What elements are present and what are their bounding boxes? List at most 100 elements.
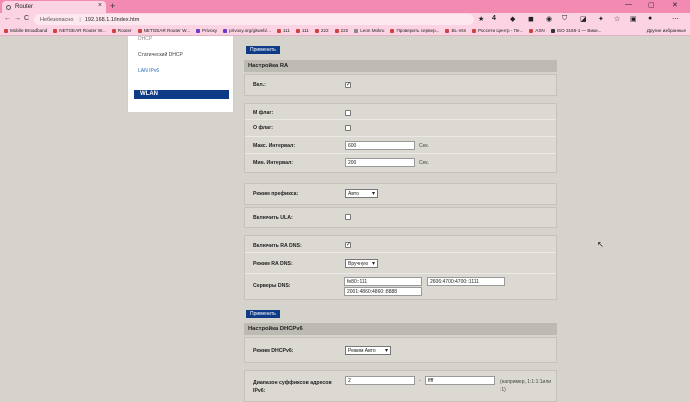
bookmark-icon xyxy=(276,28,281,33)
bookmark-icon xyxy=(529,28,534,33)
form-row: Макс. Интервал: 600 Сек. xyxy=(245,137,556,154)
suffix-hint: (например, 1:1:1:1или :1) xyxy=(500,379,552,393)
min-interval-input[interactable]: 200 xyxy=(345,158,415,167)
bookmark[interactable]: 111 xyxy=(295,28,309,33)
bookmark[interactable]: Router xyxy=(111,28,132,33)
bookmark-icon xyxy=(472,28,477,33)
bookmark[interactable]: BL-mts xyxy=(445,28,466,33)
profile-icon[interactable]: ● xyxy=(648,15,652,22)
form-row: Включить RA DNS: xyxy=(245,236,556,253)
o-flag-checkbox[interactable] xyxy=(345,125,351,131)
url-text[interactable]: 192.168.1.1/index.htm xyxy=(85,17,139,23)
bookmark-icon xyxy=(445,28,450,33)
form-row: Вкл.: xyxy=(245,75,556,95)
back-button[interactable]: ← xyxy=(4,15,11,22)
o-flag-label: O флаг: xyxy=(253,125,273,131)
sidebar-item-lan-ipv6[interactable]: LAN IPv6 xyxy=(138,68,159,74)
apply-button-2[interactable]: Применить xyxy=(246,310,280,318)
puzzle-icon[interactable]: ✦ xyxy=(598,15,604,23)
dns-server-1-input[interactable]: fe80::111 xyxy=(344,277,422,286)
bookmark[interactable]: privoxy.org/gitweb/... xyxy=(223,28,271,33)
form-row: Серверы DNS: fe80::111 2606:4700:4700::1… xyxy=(245,274,556,299)
bookmark-icon xyxy=(314,28,319,33)
bookmark-icon xyxy=(111,28,116,33)
bookmark[interactable]: Privoxy xyxy=(196,28,217,33)
bookmark-icon xyxy=(334,28,339,33)
maximize-button[interactable]: ▢ xyxy=(648,1,655,9)
apply-button[interactable]: Применить xyxy=(246,46,280,54)
extension-icon[interactable]: ◆ xyxy=(510,15,515,23)
forward-button[interactable]: → xyxy=(14,15,21,22)
prefix-mode-label: Режим префикса: xyxy=(253,191,299,197)
shield-icon[interactable]: ⛉ xyxy=(562,15,567,23)
form-row: Диапазон суффиксов адресов IPv6: 2 - fff… xyxy=(245,371,556,401)
favorites-icon[interactable]: ☆ xyxy=(614,15,620,23)
dns-server-2-input[interactable]: 2606:4700:4700::1111 xyxy=(427,277,505,286)
prefix-mode-select[interactable]: Авто xyxy=(345,189,378,198)
browser-tab[interactable]: Router × xyxy=(2,1,106,13)
bookmark[interactable]: NETGEAR Router W... xyxy=(137,28,190,33)
bookmark-icon xyxy=(390,28,395,33)
enabled-checkbox[interactable] xyxy=(345,81,351,88)
bookmark[interactable]: NETGEAR Router W... xyxy=(53,28,106,33)
bookmark[interactable]: Проверить сервер... xyxy=(390,28,439,33)
address-bar[interactable]: Небезопасно | 192.168.1.1/index.htm xyxy=(34,14,474,25)
suffix-end-input[interactable]: ffff xyxy=(425,376,495,385)
extension-icon[interactable]: ◪ xyxy=(580,15,587,23)
tab-bar: Router × + — ▢ ✕ xyxy=(0,0,690,13)
dhcpv6-section-header: Настройка DHCPv6 xyxy=(244,323,557,335)
ra-dns-checkbox[interactable] xyxy=(345,241,351,248)
reload-button[interactable]: C xyxy=(24,15,29,22)
bookmark-icon xyxy=(295,28,300,33)
collections-icon[interactable]: ▣ xyxy=(630,15,637,23)
ra-params-panel: M флаг: O флаг: Макс. Интервал: 600 Сек.… xyxy=(244,103,557,173)
max-interval-input[interactable]: 600 xyxy=(345,141,415,150)
star-icon[interactable]: ★ xyxy=(478,15,484,23)
dhcpv6-mode-select[interactable]: Режим Авто xyxy=(345,346,391,355)
menu-icon[interactable]: ⋯ xyxy=(672,15,679,23)
extension-icon[interactable]: ◼ xyxy=(528,15,534,23)
extension-icon[interactable]: ◉ xyxy=(546,15,552,23)
form-row: O флаг: xyxy=(245,120,556,137)
ula-checkbox[interactable] xyxy=(345,214,351,220)
form-row: Режим RA DNS: Вручную xyxy=(245,253,556,274)
ra-dns-mode-select[interactable]: Вручную xyxy=(345,259,378,268)
settings-form: Применить Настройка RA Вкл.: M флаг: O ф… xyxy=(244,36,557,402)
dns-server-3-input[interactable]: 2001:4860:4860::8888 xyxy=(344,287,422,296)
toolbar: ← → C Небезопасно | 192.168.1.1/index.ht… xyxy=(0,13,690,26)
bookmark[interactable]: 111 xyxy=(276,28,290,33)
ula-panel: Включить ULA: xyxy=(244,207,557,228)
m-flag-label: M флаг: xyxy=(253,110,274,116)
max-interval-label: Макс. Интервал: xyxy=(253,143,296,149)
close-tab-icon[interactable]: × xyxy=(98,2,102,9)
new-tab-button[interactable]: + xyxy=(110,1,115,11)
ula-label: Включить ULA: xyxy=(253,215,293,221)
ra-dns-panel: Включить RA DNS: Режим RA DNS: Вручную С… xyxy=(244,235,557,300)
other-bookmarks[interactable]: Другие избранные xyxy=(647,28,686,33)
bookmark[interactable]: Mobile Broadband xyxy=(4,28,47,33)
bookmark[interactable]: Leon Mokru xyxy=(354,28,384,33)
suffix-start-input[interactable]: 2 xyxy=(345,376,415,385)
sidebar-section-wlan[interactable]: WLAN xyxy=(134,90,229,99)
close-window-button[interactable]: ✕ xyxy=(672,1,678,9)
range-dash: - xyxy=(419,378,421,384)
ra-dns-mode-label: Режим RA DNS: xyxy=(253,261,293,267)
suffix-range-label: Диапазон суффиксов адресов IPv6: xyxy=(253,380,332,394)
minimize-button[interactable]: — xyxy=(625,1,632,8)
dns-servers-label: Серверы DNS: xyxy=(253,283,291,289)
sidebar-item-static-dhcp[interactable]: Статический DHCP xyxy=(138,52,183,58)
dhcpv6-mode-label: Режим DHCPv6: xyxy=(253,348,294,354)
sidebar-item-dhcp[interactable]: DHCP xyxy=(138,36,152,42)
bookmark[interactable]: 222 xyxy=(334,28,348,33)
prefix-panel: Режим префикса: Авто xyxy=(244,183,557,205)
page-content: DHCP Статический DHCP LAN IPv6 WLAN Прим… xyxy=(0,36,690,402)
bookmark[interactable]: 222 xyxy=(314,28,329,33)
dhcpv6-mode-panel: Режим DHCPv6: Режим Авто xyxy=(244,337,557,363)
extension-counter[interactable]: 4 xyxy=(492,15,496,22)
bookmark-icon xyxy=(53,28,58,33)
m-flag-checkbox[interactable] xyxy=(345,110,351,116)
bookmark[interactable]: ISO 3166-1 — Вики... xyxy=(550,28,601,33)
bookmark-icon xyxy=(354,28,359,33)
bookmark[interactable]: Россети Центр - Пе... xyxy=(472,28,523,33)
bookmark[interactable]: ASN xyxy=(529,28,545,33)
